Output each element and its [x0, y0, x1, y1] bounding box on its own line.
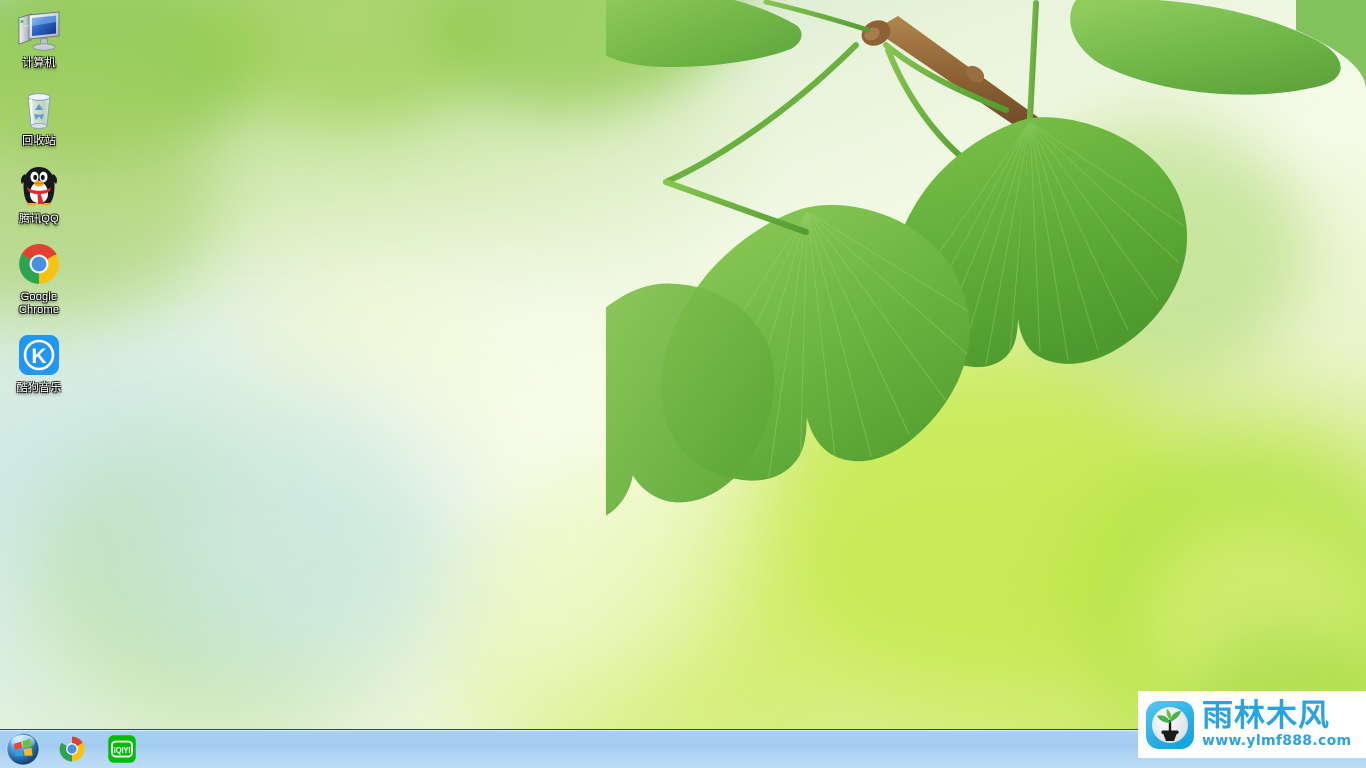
qq-penguin-icon: [15, 162, 63, 210]
desktop-icon-label: Google Chrome: [18, 291, 60, 316]
iqiyi-icon: iQIYI: [108, 735, 136, 763]
watermark-title: 雨林木风: [1202, 698, 1330, 734]
svg-text:K: K: [31, 345, 46, 368]
desktop-icon-label: 腾讯QQ: [19, 213, 59, 225]
kugou-icon: K: [15, 331, 63, 379]
chrome-icon: [15, 240, 63, 288]
desktop-icon-kugou-music[interactable]: K 酷狗音乐: [0, 331, 78, 395]
windows-start-orb-icon: [6, 732, 40, 766]
svg-text:iQIYI: iQIYI: [114, 746, 131, 755]
desktop-icon-computer[interactable]: 计算机: [0, 6, 78, 70]
watermark-url: www.ylmf888.com: [1202, 733, 1352, 749]
taskbar-button-chrome[interactable]: [51, 732, 93, 766]
watermark-ylmf: 雨林木风 www.ylmf888.com: [1138, 691, 1366, 758]
recycle-bin-icon: [15, 84, 63, 132]
ginkgo-leaves-illustration: [606, 0, 1366, 520]
watermark-text: 雨林木风 www.ylmf888.com: [1202, 700, 1351, 749]
desktop-icon-google-chrome[interactable]: Google Chrome: [0, 240, 78, 317]
start-button[interactable]: [3, 732, 43, 766]
taskbar-button-iqiyi[interactable]: iQIYI: [101, 732, 143, 766]
chrome-icon: [59, 736, 85, 762]
desktop-icon-recycle-bin[interactable]: 回收站: [0, 84, 78, 148]
computer-icon: [15, 6, 63, 54]
desktop-icon-label: 计算机: [22, 57, 56, 69]
desktop[interactable]: 计算机 回收站 腾讯QQ Google Chrome K 酷狗音乐 iQIYI …: [0, 0, 1366, 768]
sprout-icon: [1146, 700, 1194, 749]
desktop-icon-column: 计算机 回收站 腾讯QQ Google Chrome K 酷狗音乐: [0, 6, 78, 409]
desktop-icon-label: 回收站: [22, 135, 56, 147]
desktop-icon-tencent-qq[interactable]: 腾讯QQ: [0, 162, 78, 226]
desktop-icon-label: 酷狗音乐: [16, 382, 62, 394]
